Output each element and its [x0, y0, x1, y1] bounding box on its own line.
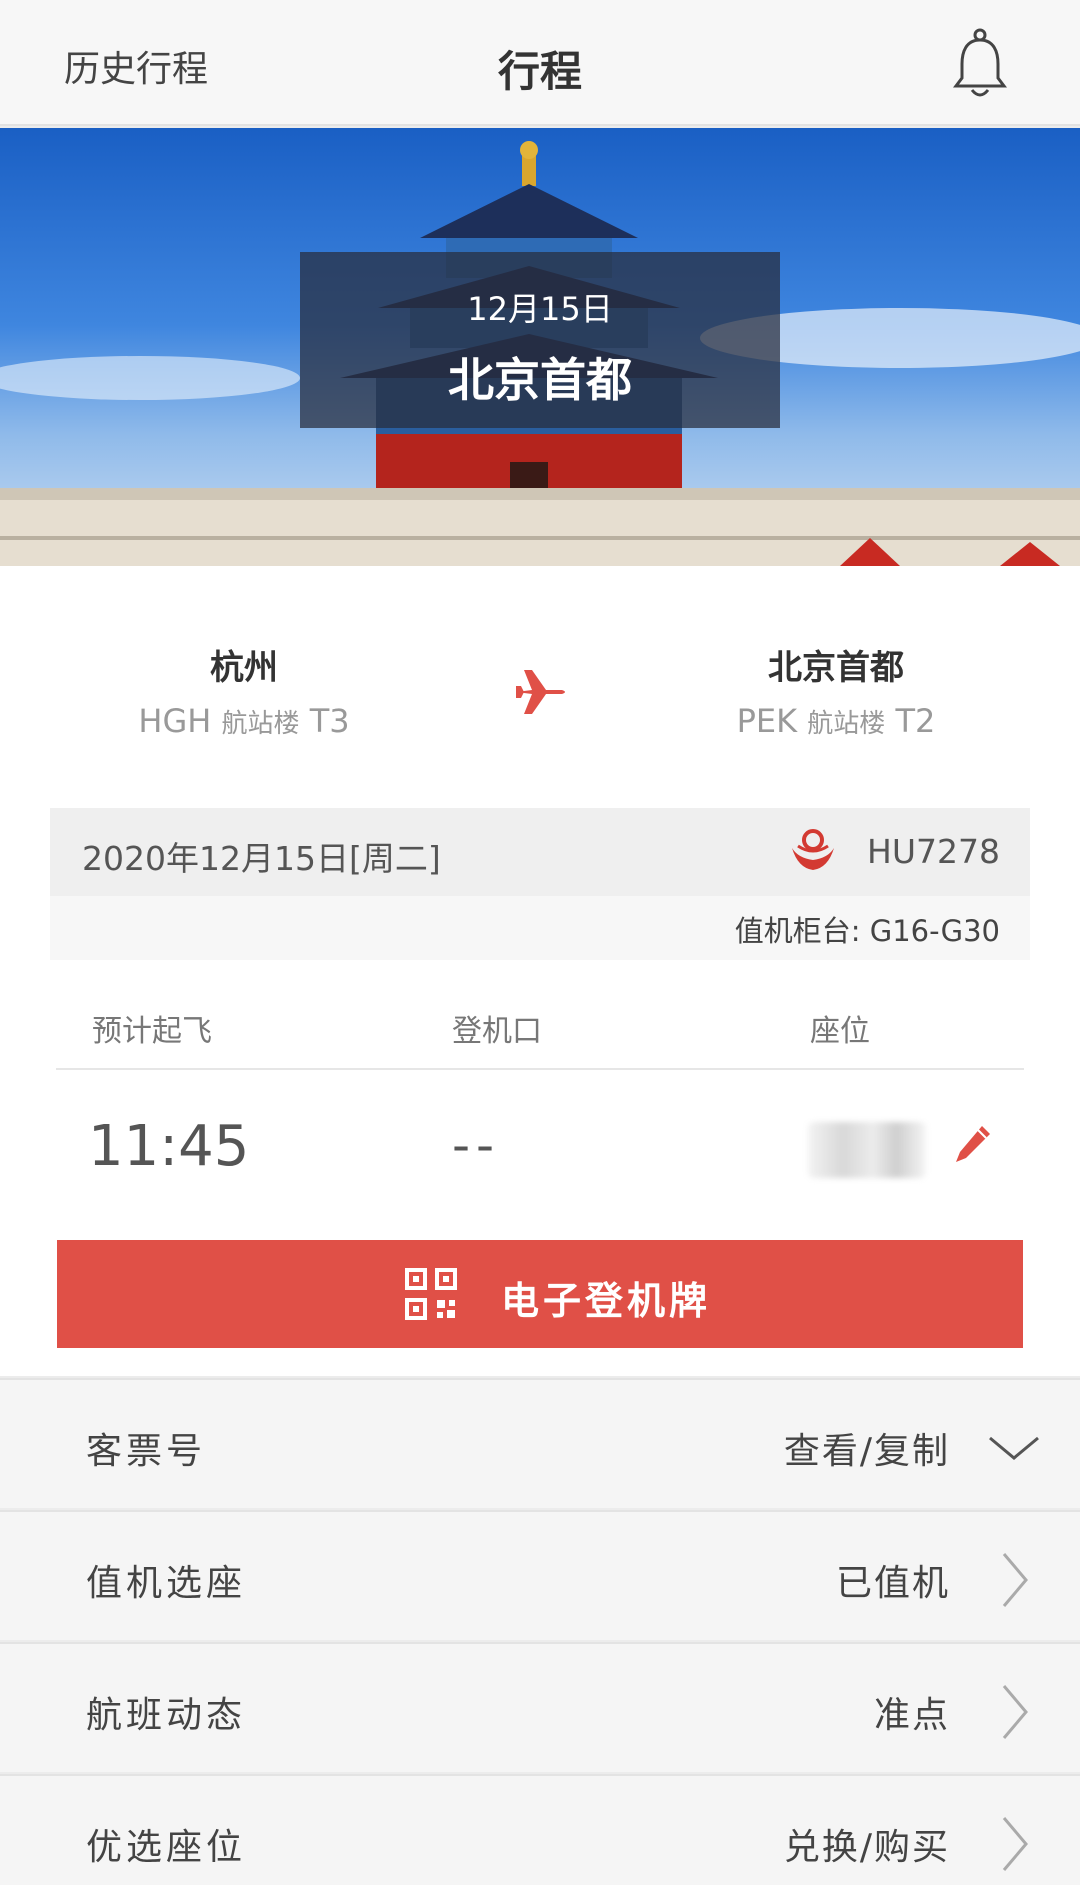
departure-label: 预计起飞: [92, 1014, 212, 1049]
chevron-right-icon[interactable]: [984, 1682, 1044, 1742]
row-value: 准点: [873, 1695, 950, 1736]
origin-airport: HGH 航站楼 T3: [64, 702, 424, 740]
seat-value-redacted: [808, 1122, 926, 1178]
hainan-airlines-logo-icon: [792, 829, 834, 870]
pencil-icon[interactable]: [954, 1122, 994, 1166]
divider: [56, 1068, 1024, 1070]
chevron-down-icon[interactable]: [984, 1418, 1044, 1478]
page-title: 行程: [497, 47, 582, 96]
seat-label: 座位: [810, 1014, 870, 1049]
destination-terminal-label: 航站楼: [807, 709, 886, 739]
chevron-right-icon[interactable]: [984, 1814, 1044, 1874]
origin-city: 杭州: [210, 648, 278, 688]
row-label: 优选座位: [86, 1827, 247, 1868]
banner-caption: 12月15日 北京首都: [300, 252, 780, 428]
row-value: 兑换/购买: [783, 1827, 950, 1868]
flight-info-header: 2020年12月15日[周二] HU7278: [50, 808, 1030, 896]
destination-terminal: T2: [895, 702, 936, 740]
row-value: 已值机: [835, 1563, 950, 1604]
row-ticket-number[interactable]: 客票号 查看/复制: [0, 1378, 1080, 1508]
checkin-counter: 值机柜台: G16-G30: [734, 914, 1000, 948]
banner-city: 北京首都: [448, 353, 632, 407]
destination-city: 北京首都: [768, 648, 904, 688]
row-value[interactable]: 查看/复制: [784, 1422, 950, 1474]
airplane-icon: [516, 670, 565, 714]
destination-code: PEK: [736, 702, 798, 740]
gate-value: --: [452, 1116, 501, 1174]
gate-label: 登机口: [452, 1014, 542, 1049]
chevron-right-icon[interactable]: [984, 1550, 1044, 1610]
destination-banner: 12月15日 北京首都: [0, 128, 1080, 566]
row-label: 客票号: [86, 1431, 207, 1472]
origin-code: HGH: [138, 702, 212, 740]
row-label: 航班动态: [86, 1695, 247, 1736]
top-bar: 历史行程 行程: [0, 0, 1080, 126]
origin-terminal-label: 航站楼: [221, 709, 300, 739]
row-checkin-seat[interactable]: 值机选座 已值机: [0, 1510, 1080, 1640]
origin-terminal: T3: [309, 702, 350, 740]
flight-info-card: 2020年12月15日[周二] HU7278 值机柜台: G16-G30: [50, 808, 1030, 960]
row-flight-status[interactable]: 航班动态 准点: [0, 1642, 1080, 1772]
flight-date: 2020年12月15日[周二]: [82, 839, 441, 878]
bell-icon[interactable]: [952, 28, 1008, 100]
banner-date: 12月15日: [467, 290, 613, 328]
qr-code-icon: [405, 1268, 457, 1320]
row-preferred-seat[interactable]: 优选座位 兑换/购买: [0, 1774, 1080, 1885]
row-label: 值机选座: [86, 1563, 247, 1604]
boarding-pass-button[interactable]: 电子登机牌: [57, 1240, 1023, 1348]
boarding-pass-label: 电子登机牌: [501, 1279, 712, 1323]
destination-airport: PEK 航站楼 T2: [656, 702, 1016, 740]
departure-time: 11:45: [88, 1114, 250, 1179]
trip-card: 杭州 HGH 航站楼 T3 北京首都 PEK 航站楼 T2 2020年12月15…: [0, 566, 1080, 1376]
flight-number: HU7278: [867, 832, 1000, 871]
